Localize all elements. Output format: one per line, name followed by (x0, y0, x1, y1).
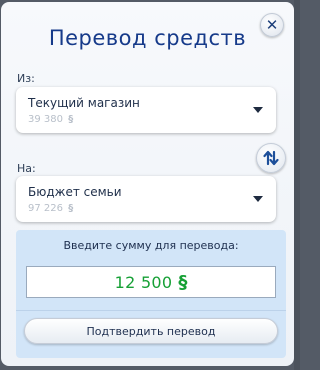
transfer-funds-dialog: ✕ Перевод средств Из: Текущий магазин 39… (1, 2, 294, 366)
simoleon-icon: § (68, 114, 74, 125)
background-edge (294, 0, 300, 370)
dialog-title: Перевод средств (48, 26, 247, 50)
to-label: На: (17, 162, 36, 175)
amount-input[interactable]: 12 500 § (26, 266, 276, 298)
from-account-name: Текущий магазин (28, 96, 140, 110)
divider (16, 310, 286, 311)
to-account-name: Бюджет семьи (28, 185, 122, 199)
from-account-balance: 39 380 § (28, 114, 73, 125)
to-account-balance: 97 226 § (28, 203, 73, 214)
chevron-down-icon (253, 107, 263, 113)
to-select[interactable]: Бюджет семьи 97 226 § (16, 176, 276, 222)
swap-icon (263, 150, 279, 166)
from-label: Из: (17, 72, 35, 85)
chevron-down-icon (253, 196, 263, 202)
simoleon-icon: § (178, 271, 188, 293)
from-select[interactable]: Текущий магазин 39 380 § (16, 87, 276, 133)
confirm-transfer-button[interactable]: Подтвердить перевод (24, 318, 278, 344)
transfer-amount-panel: Введите сумму для перевода: 12 500 § Под… (16, 230, 286, 358)
swap-accounts-button[interactable] (256, 143, 286, 173)
amount-value: 12 500 (114, 272, 173, 292)
from-balance-value: 39 380 (28, 114, 63, 125)
simoleon-icon: § (68, 203, 74, 214)
amount-prompt: Введите сумму для перевода: (63, 239, 239, 252)
to-balance-value: 97 226 (28, 203, 63, 214)
